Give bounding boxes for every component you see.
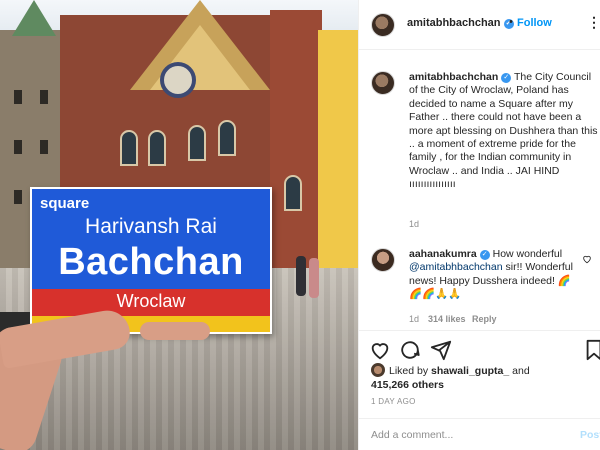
sign-name-line1: Harivansh Rai xyxy=(85,215,217,238)
caption-username[interactable]: amitabhbachchan xyxy=(409,71,498,83)
sign-label: square xyxy=(40,195,90,212)
pedestrian xyxy=(309,258,319,298)
post-panel: amitabhbachchan ✓ • Follow ⋮ amitabhbachc… xyxy=(358,0,600,450)
liked-by: Liked by shawali_gupta_ and 415,266 othe… xyxy=(371,363,600,392)
arched-window xyxy=(284,175,302,211)
commenter-username[interactable]: aahanakumra xyxy=(409,248,477,260)
follow-button[interactable]: Follow xyxy=(517,17,552,29)
more-icon[interactable]: ⋮ xyxy=(587,14,600,31)
comment-reply-button[interactable]: Reply xyxy=(472,314,497,324)
comment-heart-icon[interactable] xyxy=(582,254,592,264)
tower-spire xyxy=(12,0,56,36)
pedestrian xyxy=(296,256,306,296)
yellow-building xyxy=(318,30,358,280)
author-username[interactable]: amitabhbachchan ✓ xyxy=(407,17,514,29)
share-icon[interactable] xyxy=(430,339,452,361)
comment-icon[interactable] xyxy=(399,339,421,361)
comment: aahanakumra ✓ How wonderful @amitabhbachc… xyxy=(409,248,579,302)
verified-icon: ✓ xyxy=(479,250,490,260)
caption-text: The City Council of the City of Wroclaw,… xyxy=(409,71,598,191)
post-photo[interactable]: square Harivansh Rai Bachchan Wroclaw xyxy=(0,0,358,450)
separator-dot: • xyxy=(509,16,513,28)
liker-username[interactable]: shawali_gupta_ xyxy=(431,365,509,377)
liked-by-prefix: Liked by xyxy=(389,365,429,377)
sign-name-line2: Bachchan xyxy=(58,241,244,283)
arched-window xyxy=(188,125,206,161)
fingers xyxy=(140,322,210,340)
verified-icon: ✓ xyxy=(501,73,512,83)
sign-city: Wroclaw xyxy=(116,291,186,311)
comment-time[interactable]: 1d xyxy=(409,314,419,324)
add-comment-input[interactable] xyxy=(371,429,561,441)
building xyxy=(270,10,322,275)
arched-window xyxy=(218,120,236,156)
liked-by-others[interactable]: 415,266 others xyxy=(371,379,444,391)
arched-window xyxy=(148,130,166,166)
tower-window xyxy=(14,190,22,204)
post-header: amitabhbachchan ✓ • Follow ⋮ xyxy=(359,0,600,50)
comment-text-before: How wonderful xyxy=(492,248,563,260)
add-comment-bar: Post xyxy=(359,418,600,450)
post-timestamp[interactable]: 1 DAY AGO xyxy=(371,397,416,406)
heart-icon[interactable] xyxy=(369,339,391,361)
post-comment-button[interactable]: Post xyxy=(580,429,600,441)
liked-by-conj: and xyxy=(512,365,530,377)
caption-time[interactable]: 1d xyxy=(409,219,419,229)
post-caption: amitabhbachchan ✓ The City Council of the… xyxy=(409,71,599,192)
comment-mention[interactable]: @amitabhbachchan xyxy=(409,261,503,273)
tower-window xyxy=(40,140,48,154)
bookmark-icon[interactable] xyxy=(583,339,600,361)
street-sign: square Harivansh Rai Bachchan Wroclaw xyxy=(30,187,272,334)
commenter-avatar[interactable] xyxy=(371,248,395,272)
clock xyxy=(160,62,196,98)
liker-avatar[interactable] xyxy=(371,363,385,377)
caption-avatar[interactable] xyxy=(371,71,395,95)
arched-window xyxy=(120,130,138,166)
tower-window xyxy=(40,90,48,104)
author-avatar[interactable] xyxy=(371,13,395,37)
tower-window xyxy=(14,90,22,104)
comment-likes[interactable]: 314 likes xyxy=(428,314,466,324)
tower-window xyxy=(14,140,22,154)
author-username-text[interactable]: amitabhbachchan xyxy=(407,17,501,29)
